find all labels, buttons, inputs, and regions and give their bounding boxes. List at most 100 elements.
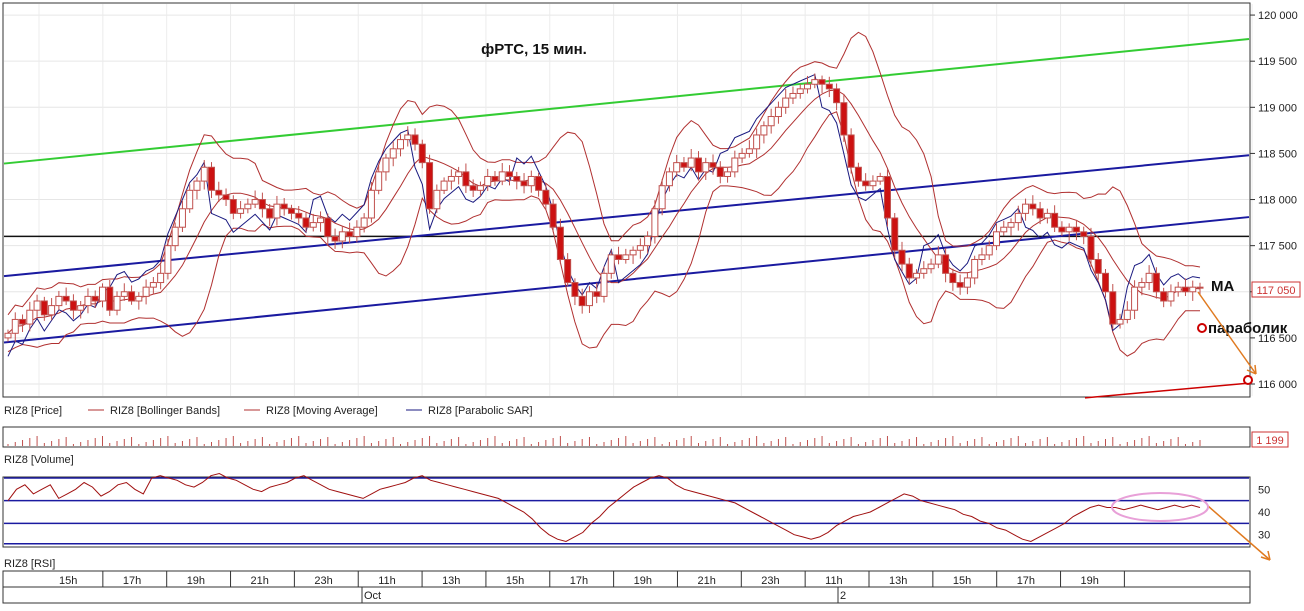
candle-body bbox=[491, 175, 499, 182]
candle-body bbox=[440, 180, 448, 191]
parabolic-marker-icon bbox=[1197, 323, 1207, 333]
candle-body bbox=[208, 166, 216, 191]
candle-body bbox=[1131, 286, 1139, 311]
candle-body bbox=[1022, 203, 1030, 214]
candle-body bbox=[26, 309, 34, 325]
time-tick-label: 11h bbox=[378, 575, 396, 587]
candle-body bbox=[651, 208, 659, 237]
rsi-panel-label: RIZ8 [RSI] bbox=[4, 558, 55, 570]
time-tick-label: 13h bbox=[442, 575, 460, 587]
candle-body bbox=[883, 175, 891, 219]
time-tick-label: 15h bbox=[506, 575, 524, 587]
candle-body bbox=[571, 282, 579, 297]
chart-root: 120 000 119 500 119 000 118 500 118 000 117 5… bbox=[0, 0, 1304, 606]
chart-title: фРТС, 15 мин. bbox=[481, 41, 587, 58]
candle-body bbox=[346, 231, 354, 237]
candle-body bbox=[164, 245, 172, 274]
volume-panel-label: RIZ8 [Volume] bbox=[4, 454, 74, 466]
candle-body bbox=[636, 245, 644, 251]
candle-body bbox=[1174, 286, 1182, 293]
candle-body bbox=[963, 277, 971, 288]
time-tick-label: 21h bbox=[697, 575, 715, 587]
candle-body bbox=[811, 79, 819, 85]
candle-body bbox=[1080, 231, 1088, 237]
candle-body bbox=[774, 106, 782, 118]
candle-body bbox=[1051, 212, 1059, 228]
candle-body bbox=[1102, 272, 1110, 293]
candle-body bbox=[600, 272, 608, 297]
candle-body bbox=[1043, 212, 1051, 219]
candle-body bbox=[418, 143, 426, 164]
candle-body bbox=[324, 217, 332, 237]
candle-body bbox=[484, 175, 492, 187]
candle-body bbox=[69, 300, 77, 311]
candle-body bbox=[1029, 203, 1037, 210]
candle-body bbox=[869, 180, 877, 187]
candle-body bbox=[331, 235, 339, 242]
time-tick-label: 19h bbox=[634, 575, 652, 587]
candle-body bbox=[694, 157, 702, 173]
candle-body bbox=[927, 263, 935, 270]
candle-body bbox=[992, 231, 1000, 247]
legend-bollinger-label: RIZ8 [Bollinger Bands] bbox=[110, 405, 220, 417]
time-tick-label: 21h bbox=[251, 575, 269, 587]
candle-body bbox=[607, 254, 615, 274]
candle-body bbox=[33, 300, 41, 311]
price-tick-label: 118 500 bbox=[1258, 148, 1297, 160]
candle-body bbox=[622, 254, 630, 260]
candle-body bbox=[506, 171, 514, 177]
rsi-tick-label: 40 bbox=[1258, 507, 1270, 519]
candle-body bbox=[1036, 208, 1044, 219]
time-tick-label: 15h bbox=[953, 575, 971, 587]
candle-body bbox=[673, 162, 681, 173]
legend-sar-label: RIZ8 [Parabolic SAR] bbox=[428, 405, 533, 417]
candle-body bbox=[273, 203, 281, 219]
candle-body bbox=[128, 291, 136, 302]
rsi-tick-label: 30 bbox=[1258, 530, 1270, 542]
last-price-label: 117 050 bbox=[1257, 285, 1296, 297]
candle-body bbox=[98, 286, 106, 302]
candle-body bbox=[309, 222, 317, 228]
chart-svg: 120 000 119 500 119 000 118 500 118 000 117 5… bbox=[2, 2, 1301, 604]
candle-body bbox=[229, 199, 237, 214]
candle-body bbox=[1000, 226, 1008, 233]
candle-body bbox=[171, 226, 179, 247]
candle-body bbox=[971, 258, 979, 279]
candle-body bbox=[847, 134, 855, 168]
candle-body bbox=[215, 189, 223, 196]
candle-body bbox=[455, 171, 463, 177]
candle-body bbox=[396, 139, 404, 150]
candle-body bbox=[317, 217, 325, 224]
candle-body bbox=[222, 194, 230, 201]
time-tick-label: 17h bbox=[1017, 575, 1035, 587]
candle-body bbox=[1123, 309, 1131, 320]
candle-body bbox=[556, 226, 564, 260]
candle-body bbox=[956, 282, 964, 288]
candle-body bbox=[804, 83, 812, 90]
candle-body bbox=[77, 305, 85, 311]
candle-body bbox=[193, 180, 201, 191]
candle-body bbox=[564, 258, 572, 284]
candle-body bbox=[840, 102, 848, 136]
candle-body bbox=[1181, 286, 1189, 293]
candle-body bbox=[1109, 291, 1117, 325]
time-tick-label: 13h bbox=[889, 575, 907, 587]
candle-body bbox=[702, 162, 710, 173]
candle-body bbox=[200, 166, 208, 182]
candle-body bbox=[876, 175, 884, 182]
candle-body bbox=[469, 185, 477, 191]
candle-body bbox=[898, 249, 906, 265]
candle-body bbox=[62, 295, 70, 302]
candle-body bbox=[142, 286, 150, 297]
candle-body bbox=[862, 180, 870, 187]
price-tick-label: 116 000 bbox=[1258, 379, 1297, 391]
candle-body bbox=[818, 79, 826, 85]
candle-body bbox=[237, 208, 245, 214]
candle-body bbox=[854, 166, 862, 182]
candle-body bbox=[338, 231, 346, 242]
time-tick-label: 17h bbox=[123, 575, 141, 587]
candle-body bbox=[135, 295, 143, 302]
candle-body bbox=[796, 88, 804, 94]
time-tick-label: 19h bbox=[187, 575, 205, 587]
candle-body bbox=[1160, 291, 1168, 302]
